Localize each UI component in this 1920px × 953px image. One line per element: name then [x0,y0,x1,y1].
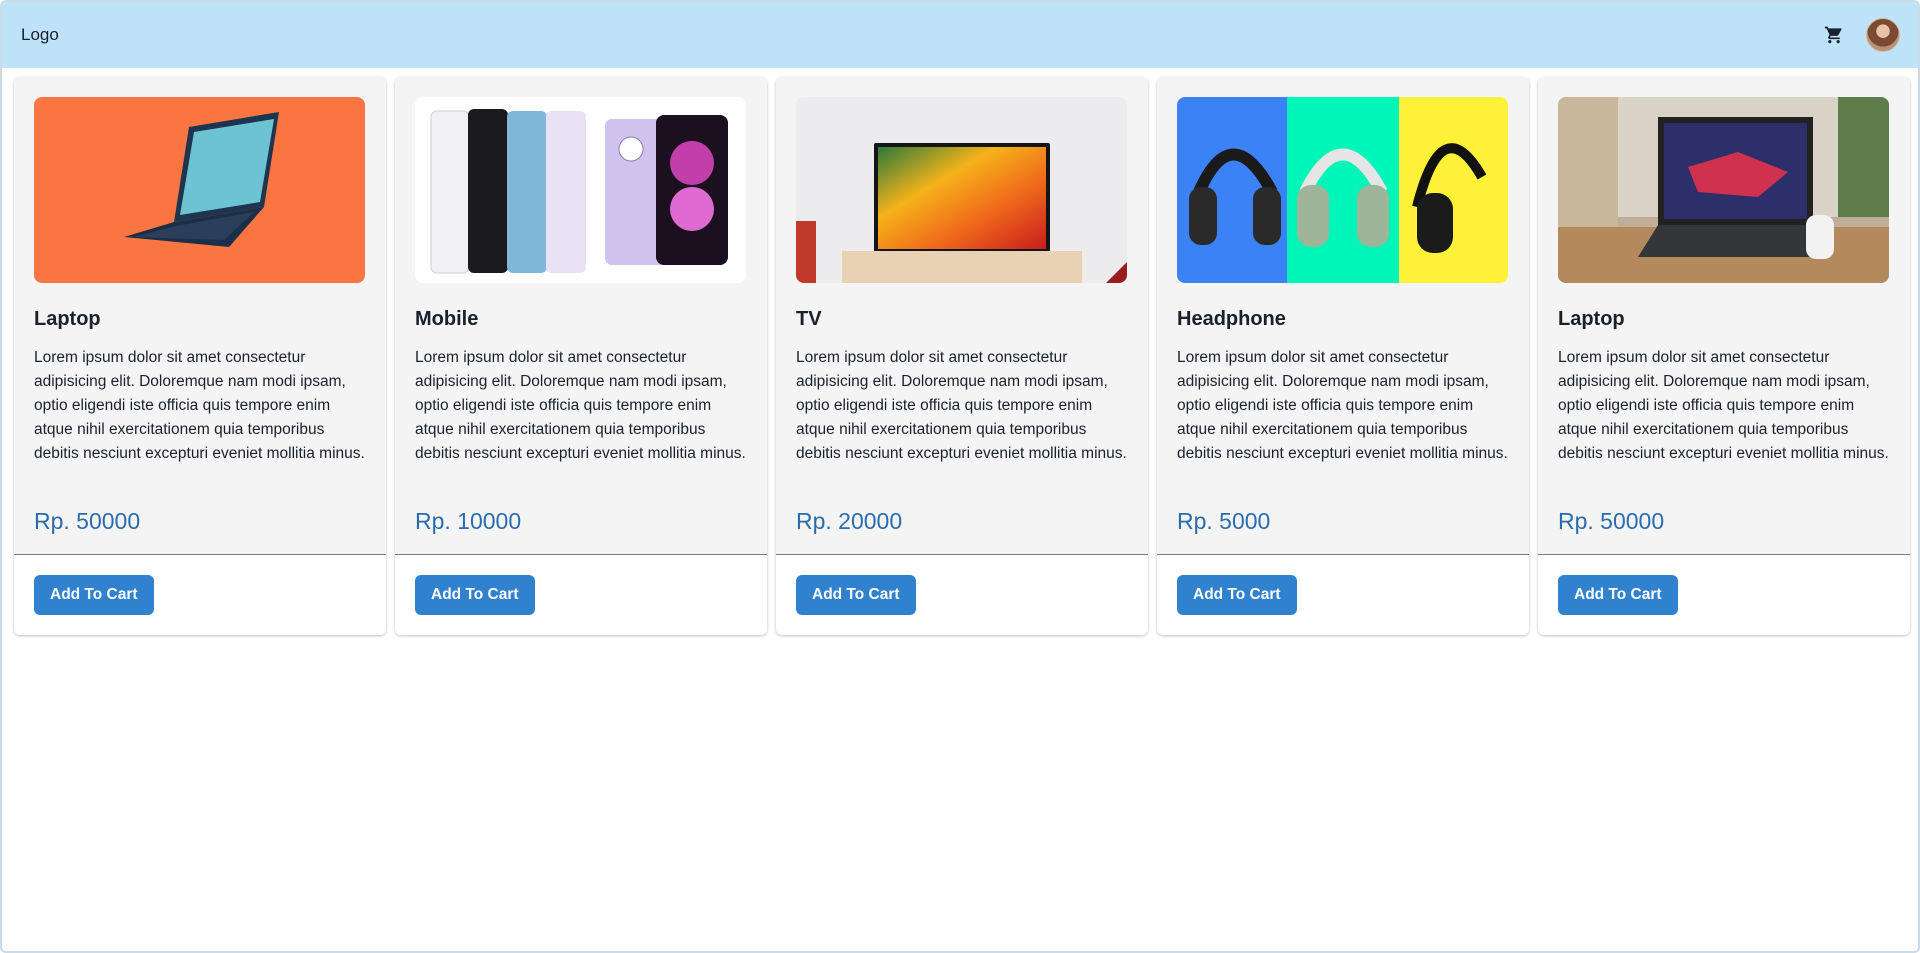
product-title: Mobile [415,308,479,330]
add-to-cart-button[interactable]: Add To Cart [34,575,154,615]
product-image-mobile [415,97,746,283]
user-avatar[interactable] [1866,18,1900,52]
card-body: Mobile Lorem ipsum dolor sit amet consec… [395,77,767,554]
add-to-cart-button[interactable]: Add To Cart [1177,575,1297,615]
product-title: Headphone [1177,308,1286,330]
app-window: Logo Laptop Lorem ipsum dolor sit amet c… [0,0,1920,953]
product-image-headphone [1177,97,1508,283]
product-description: Lorem ipsum dolor sit amet consectetur a… [34,349,365,462]
product-image-tv [796,97,1127,283]
product-price: Rp. 20000 [796,508,903,534]
product-price: Rp. 10000 [415,508,522,534]
product-price: Rp. 50000 [34,508,141,534]
product-title: Laptop [34,308,101,330]
product-price: Rp. 50000 [1558,508,1665,534]
card-footer: Add To Cart [14,555,386,635]
product-description: Lorem ipsum dolor sit amet consectetur a… [1177,349,1508,462]
logo[interactable]: Logo [21,25,59,45]
product-image-laptop [1558,97,1889,283]
card-body: Laptop Lorem ipsum dolor sit amet consec… [14,77,386,554]
card-body: TV Lorem ipsum dolor sit amet consectetu… [776,77,1148,554]
product-card: Laptop Lorem ipsum dolor sit amet consec… [1538,77,1910,635]
card-footer: Add To Cart [776,555,1148,635]
navbar: Logo [2,2,1918,68]
product-description: Lorem ipsum dolor sit amet consectetur a… [796,349,1127,462]
product-card: Mobile Lorem ipsum dolor sit amet consec… [395,77,767,635]
add-to-cart-button[interactable]: Add To Cart [1558,575,1678,615]
product-title: TV [796,308,822,330]
card-body: Laptop Lorem ipsum dolor sit amet consec… [1538,77,1910,554]
add-to-cart-button[interactable]: Add To Cart [796,575,916,615]
product-title: Laptop [1558,308,1625,330]
card-footer: Add To Cart [1538,555,1910,635]
add-to-cart-button[interactable]: Add To Cart [415,575,535,615]
product-grid: Laptop Lorem ipsum dolor sit amet consec… [14,77,1910,635]
product-description: Lorem ipsum dolor sit amet consectetur a… [415,349,746,462]
product-card: TV Lorem ipsum dolor sit amet consectetu… [776,77,1148,635]
product-card: Headphone Lorem ipsum dolor sit amet con… [1157,77,1529,635]
product-card: Laptop Lorem ipsum dolor sit amet consec… [14,77,386,635]
product-image-laptop [34,97,365,283]
card-body: Headphone Lorem ipsum dolor sit amet con… [1157,77,1529,554]
card-footer: Add To Cart [1157,555,1529,635]
card-footer: Add To Cart [395,555,767,635]
navbar-actions [1822,18,1900,52]
product-price: Rp. 5000 [1177,508,1271,534]
product-description: Lorem ipsum dolor sit amet consectetur a… [1558,349,1889,462]
shopping-cart-icon[interactable] [1822,23,1846,47]
